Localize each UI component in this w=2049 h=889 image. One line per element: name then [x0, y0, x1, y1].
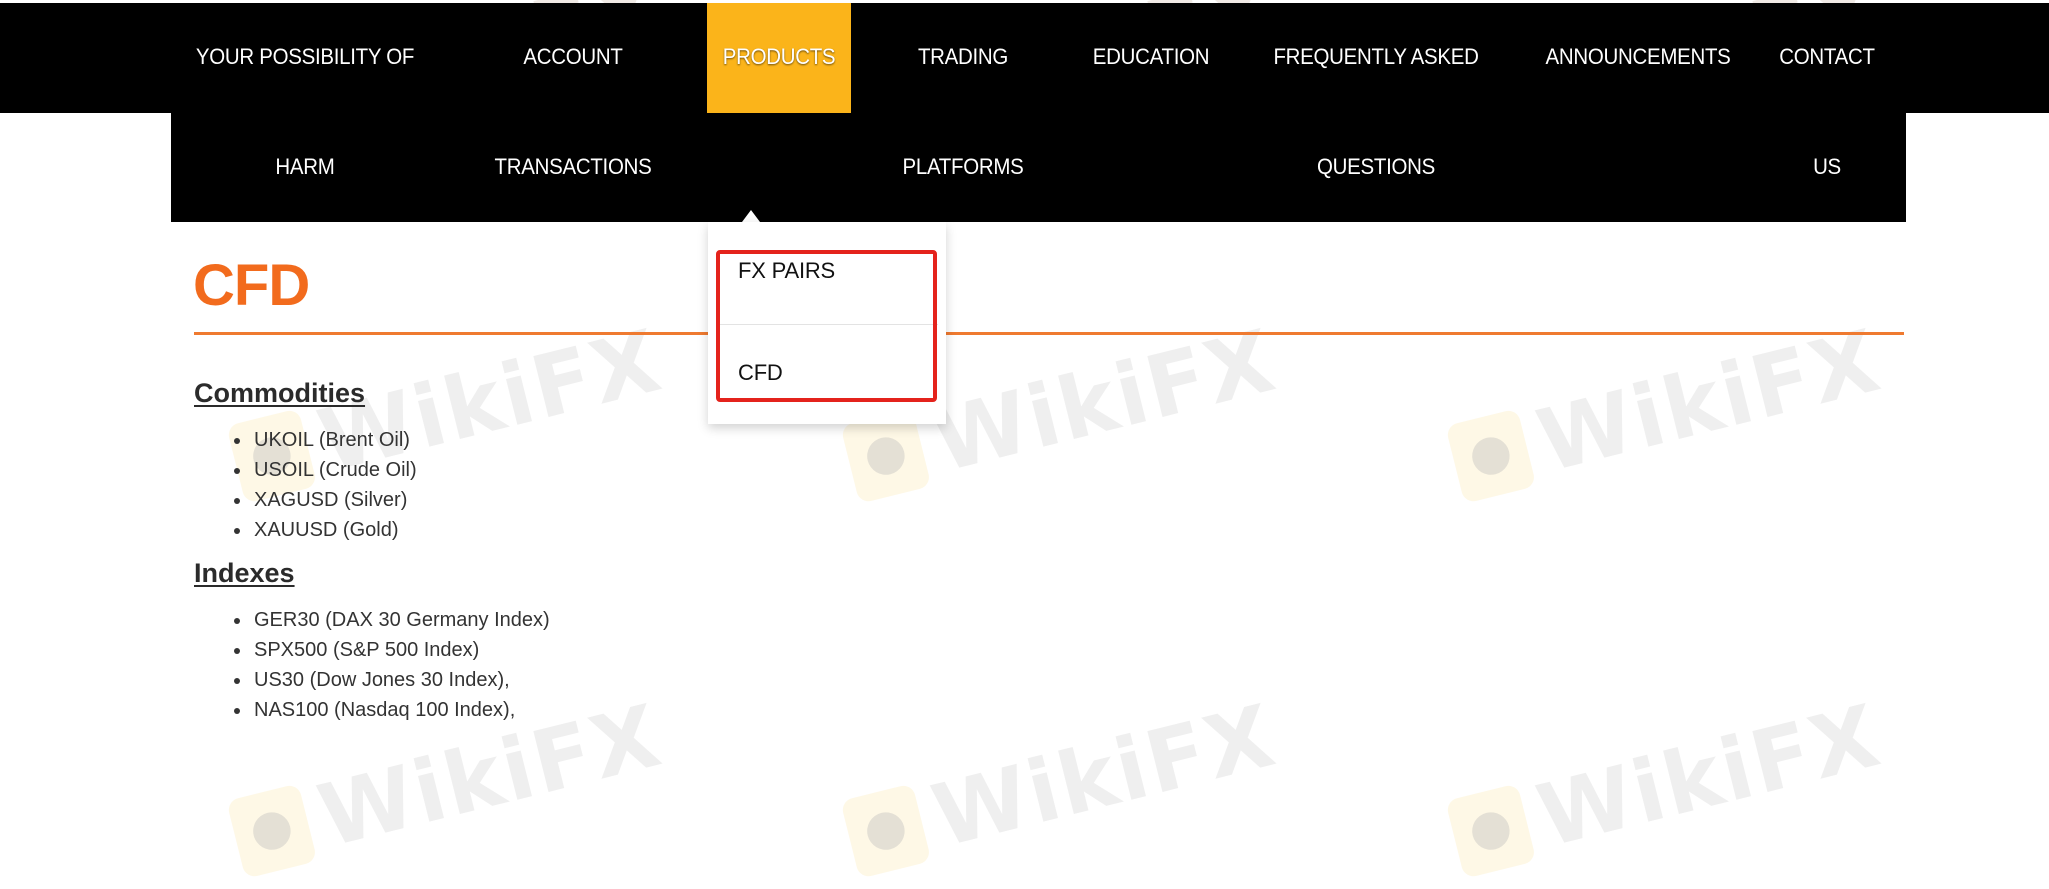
nav-item-trading-1[interactable]: TRADING — [918, 44, 1008, 70]
list-item: XAUUSD (Gold) — [230, 515, 417, 545]
dropdown-caret-icon — [742, 210, 760, 222]
nav-item-education[interactable]: EDUCATION — [1093, 44, 1210, 70]
eagle-logo-icon — [226, 783, 318, 879]
title-divider — [194, 332, 1904, 335]
nav-item-products[interactable]: PRODUCTS — [723, 44, 836, 70]
list-item: XAGUSD (Silver) — [230, 485, 417, 515]
list-item: GER30 (DAX 30 Germany Index) — [230, 605, 550, 635]
section-heading-commodities: Commodities — [194, 378, 366, 408]
nav-item-faq-1[interactable]: FREQUENTLY ASKED — [1273, 44, 1478, 70]
nav-item-contact-2[interactable]: US — [1813, 154, 1841, 180]
list-item: USOIL (Crude Oil) — [230, 455, 417, 485]
watermark: WikiFX — [1443, 686, 1890, 889]
nav-item-harm-1[interactable]: YOUR POSSIBILITY OF — [196, 44, 415, 70]
nav-item-faq-2[interactable]: QUESTIONS — [1317, 154, 1435, 180]
annotation-highlight-box — [716, 250, 937, 402]
list-item: NAS100 (Nasdaq 100 Index), — [230, 695, 550, 725]
commodities-list: UKOIL (Brent Oil) USOIL (Crude Oil) XAGU… — [230, 425, 417, 545]
nav-item-trading-2[interactable]: PLATFORMS — [902, 154, 1023, 180]
nav-item-harm-2[interactable]: HARM — [275, 154, 334, 180]
indexes-list: GER30 (DAX 30 Germany Index) SPX500 (S&P… — [230, 605, 550, 725]
list-item: UKOIL (Brent Oil) — [230, 425, 417, 455]
nav-item-announcements[interactable]: ANNOUNCEMENTS — [1545, 44, 1730, 70]
eagle-logo-icon — [840, 783, 932, 879]
eagle-logo-icon — [1445, 783, 1537, 879]
nav-item-account-2[interactable]: TRANSACTIONS — [495, 154, 652, 180]
main-nav-second-row — [171, 113, 1906, 222]
nav-item-contact-1[interactable]: CONTACT — [1779, 44, 1875, 70]
section-heading-indexes: Indexes — [194, 558, 295, 588]
list-item: US30 (Dow Jones 30 Index), — [230, 665, 550, 695]
list-item: SPX500 (S&P 500 Index) — [230, 635, 550, 665]
watermark: WikiFX — [838, 686, 1285, 889]
eagle-logo-icon — [1445, 408, 1537, 504]
page-title: CFD — [193, 253, 310, 318]
watermark: WikiFX — [1443, 311, 1890, 514]
nav-item-account-1[interactable]: ACCOUNT — [523, 44, 622, 70]
